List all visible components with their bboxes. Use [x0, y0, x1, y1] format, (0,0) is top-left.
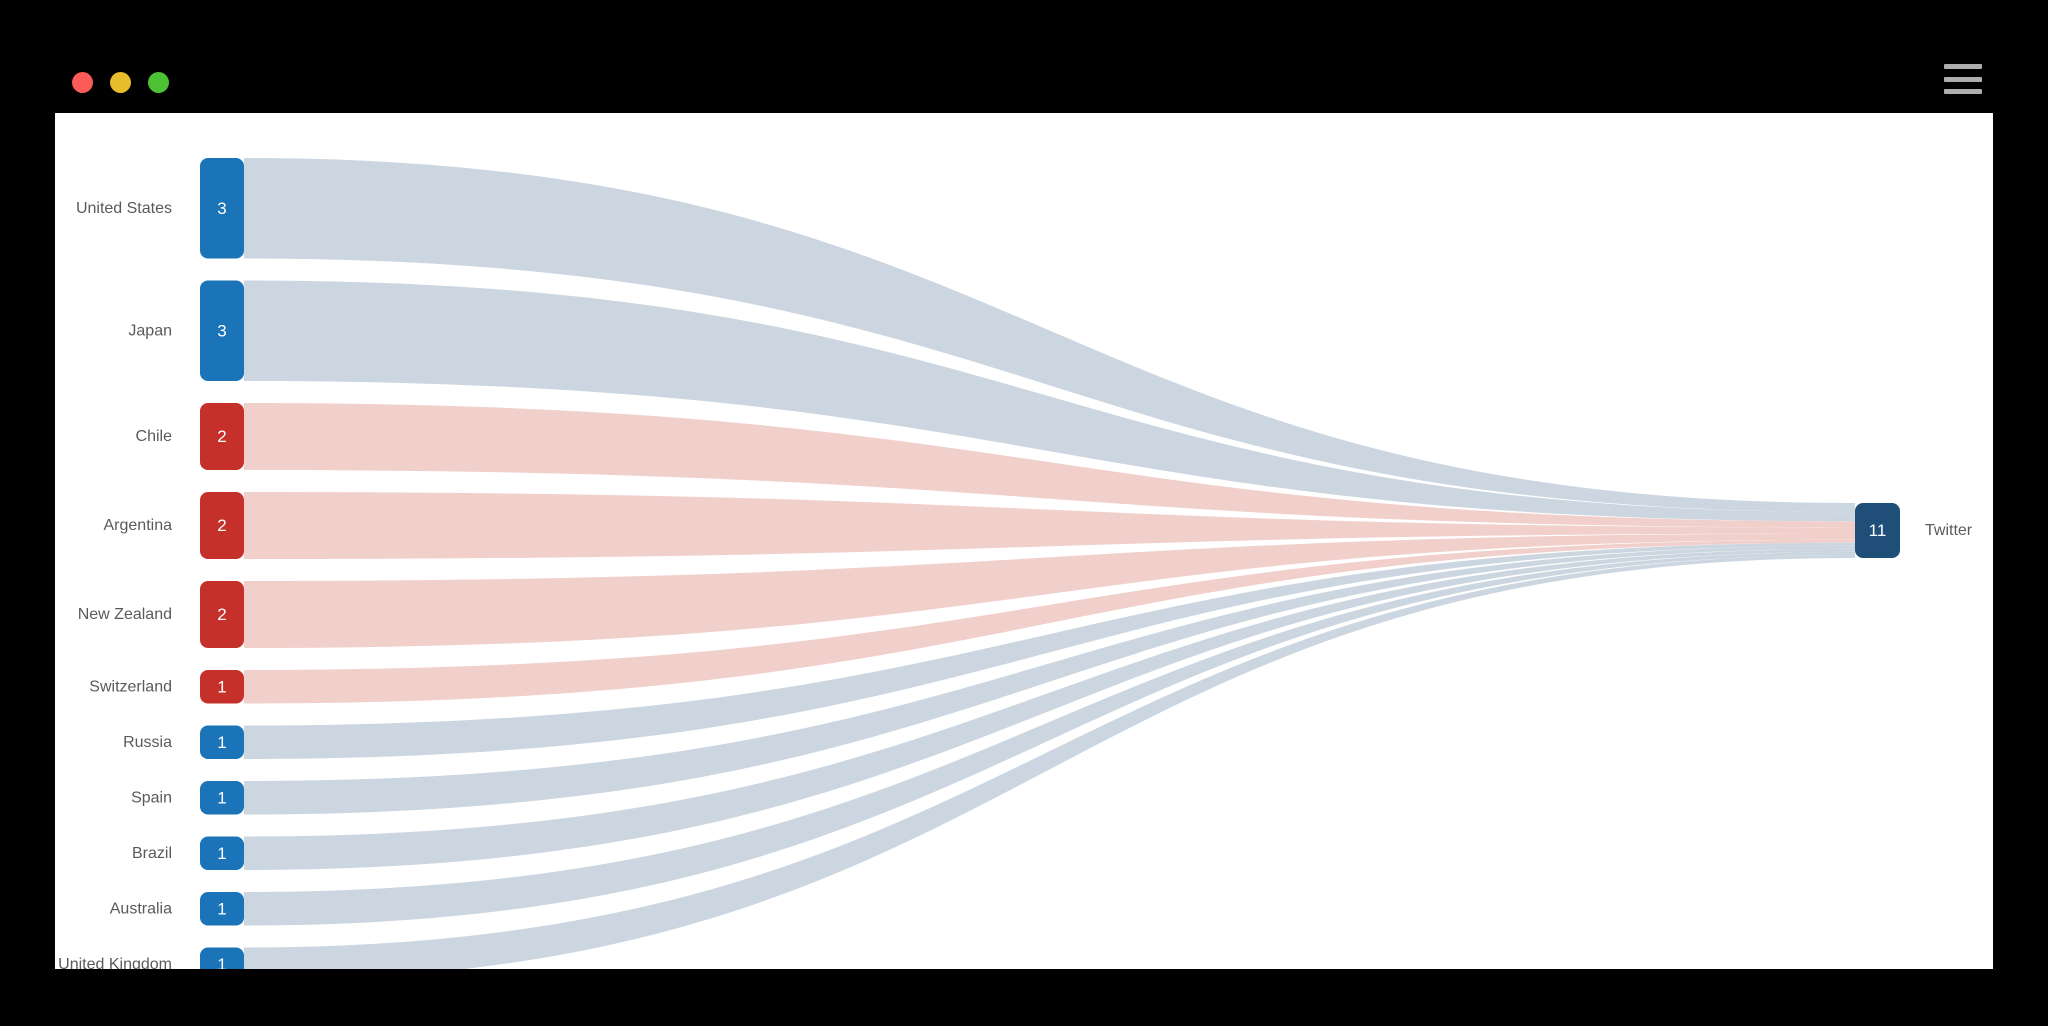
sankey-node-value: 2 — [217, 427, 226, 446]
sankey-diagram: 3322211111111 United StatesJapanChileArg… — [58, 158, 1973, 969]
sankey-node-label: Chile — [136, 428, 173, 445]
chart-panel: 3 3 2 2 2 1 1 1 1 1 1 11 United States Japan Chile Arg… — [55, 113, 1993, 969]
minimize-button[interactable] — [110, 72, 131, 93]
sankey-node-label: Russia — [123, 734, 172, 751]
sankey-node-value: 1 — [217, 788, 226, 807]
sankey-node-label: New Zealand — [78, 606, 172, 623]
sankey-node-value: 11 — [1869, 521, 1887, 540]
app-window: 3 3 2 2 2 1 1 1 1 1 1 11 United States Japan Chile Arg… — [0, 0, 2048, 1026]
menu-bar-3 — [1944, 89, 1982, 94]
sankey-node-value: 1 — [217, 733, 226, 752]
sankey-node-label: Switzerland — [89, 678, 172, 695]
window-controls — [72, 72, 169, 93]
hamburger-menu-icon[interactable] — [1944, 64, 1982, 94]
sankey-node-value: 1 — [217, 899, 226, 918]
sankey-node-value: 3 — [217, 199, 226, 218]
sankey-node-label: Argentina — [104, 517, 173, 534]
sankey-node-value: 3 — [217, 321, 226, 340]
sankey-links — [244, 158, 1855, 969]
sankey-node-label: Brazil — [132, 845, 172, 862]
sankey-node-label: United Kingdom — [58, 956, 172, 969]
sankey-node-label: Japan — [128, 322, 172, 339]
sankey-node-label: Spain — [131, 789, 172, 806]
sankey-node-value: 2 — [217, 605, 226, 624]
sankey-node-value: 2 — [217, 516, 226, 535]
menu-bar-2 — [1944, 76, 1982, 82]
sankey-node-value: 1 — [217, 844, 226, 863]
sankey-node-label: Twitter — [1925, 522, 1973, 539]
sankey-node-value: 1 — [217, 955, 226, 969]
maximize-button[interactable] — [148, 72, 169, 93]
sankey-node-label: United States — [76, 200, 172, 217]
sankey-node-label: Australia — [110, 900, 172, 917]
menu-bar-1 — [1944, 64, 1982, 69]
sankey-node-value: 1 — [217, 677, 226, 696]
close-button[interactable] — [72, 72, 93, 93]
window-titlebar — [0, 0, 2048, 113]
